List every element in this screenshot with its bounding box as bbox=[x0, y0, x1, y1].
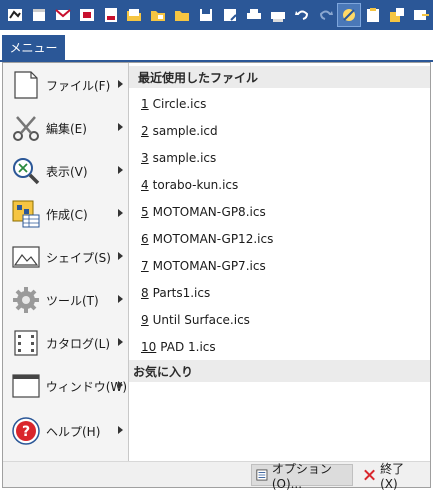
menu-item-label: 編集(E) bbox=[46, 121, 87, 136]
menu-item-tool[interactable]: ツール(T) bbox=[5, 280, 127, 320]
submenu-arrow-icon bbox=[118, 381, 123, 389]
recent-file-number: 6 bbox=[141, 232, 149, 246]
exit-label: 終了(X) bbox=[380, 461, 405, 491]
close-icon bbox=[364, 469, 375, 481]
paste-icon[interactable] bbox=[385, 3, 409, 27]
recent-file-name: sample.icd bbox=[152, 124, 218, 138]
recent-file-item[interactable]: 9 Until Surface.ics bbox=[141, 310, 250, 330]
submenu-arrow-icon bbox=[118, 166, 123, 174]
recent-file-item[interactable]: 8 Parts1.ics bbox=[141, 283, 210, 303]
print-icon[interactable] bbox=[242, 3, 266, 27]
menu-item-view[interactable]: 表示(V) bbox=[5, 151, 127, 191]
recent-file-number: 4 bbox=[141, 178, 149, 192]
recent-file-item[interactable]: 6 MOTOMAN-GP12.ics bbox=[141, 229, 273, 249]
menu-item-create[interactable]: 作成(C) bbox=[5, 194, 127, 234]
menu-item-help[interactable]: ? ヘルプ(H) bbox=[5, 411, 127, 451]
recent-file-name: torabo-kun.ics bbox=[152, 178, 239, 192]
recent-file-number: 5 bbox=[141, 205, 149, 219]
menu-item-label: シェイプ(S) bbox=[46, 250, 111, 265]
menu-item-label: 作成(C) bbox=[46, 207, 88, 222]
recent-file-number: 10 bbox=[141, 340, 157, 354]
recent-file-name: PAD 1.ics bbox=[160, 340, 216, 354]
menu-item-label: カタログ(L) bbox=[46, 336, 111, 351]
menu-item-edit[interactable]: 編集(E) bbox=[5, 108, 127, 148]
menu-item-label: 表示(V) bbox=[46, 164, 88, 179]
left-menu: ファイル(F) 編集(E) 表示(V) 作成(C) シェイプ(S) ツール(T)… bbox=[3, 63, 129, 461]
open-folder-icon[interactable] bbox=[122, 3, 146, 27]
submenu-arrow-icon bbox=[118, 80, 123, 88]
recent-files-header: 最近使用したファイル bbox=[129, 66, 430, 88]
recent-file-item[interactable]: 3 sample.ics bbox=[141, 148, 216, 168]
redo-icon[interactable] bbox=[314, 3, 338, 27]
new-doc-icon[interactable] bbox=[99, 3, 123, 27]
recent-files-panel: 最近使用したファイル 1 Circle.ics 2 sample.icd 3 samp… bbox=[129, 63, 430, 461]
folder-move-icon[interactable] bbox=[146, 3, 170, 27]
new-file-icon[interactable] bbox=[27, 3, 51, 27]
options-label: オプション(O)... bbox=[271, 461, 332, 491]
export-icon[interactable] bbox=[409, 3, 433, 27]
recent-file-number: 3 bbox=[141, 151, 149, 165]
shape-icon bbox=[9, 240, 43, 274]
file-icon bbox=[9, 68, 43, 102]
favorites-header: お気に入り bbox=[129, 360, 430, 382]
submenu-arrow-icon bbox=[118, 123, 123, 131]
recent-file-name: Circle.ics bbox=[152, 97, 207, 111]
submenu-arrow-icon bbox=[118, 426, 123, 434]
save-icon[interactable] bbox=[194, 3, 218, 27]
open-icon[interactable] bbox=[75, 3, 99, 27]
options-icon bbox=[256, 469, 268, 481]
recent-file-name: MOTOMAN-GP7.ics bbox=[152, 259, 266, 273]
recent-file-item[interactable]: 7 MOTOMAN-GP7.ics bbox=[141, 256, 266, 276]
menu-tab[interactable]: メニュー bbox=[2, 35, 65, 60]
recent-file-item[interactable]: 1 Circle.ics bbox=[141, 94, 206, 114]
recent-file-number: 7 bbox=[141, 259, 149, 273]
submenu-arrow-icon bbox=[118, 209, 123, 217]
options-button[interactable]: オプション(O)... bbox=[251, 462, 353, 491]
exit-button[interactable]: 終了(X) bbox=[359, 462, 423, 491]
menu-item-label: ウィンドウ(W) bbox=[45, 379, 127, 394]
zoom-icon bbox=[9, 154, 43, 188]
recent-file-item[interactable]: 10 PAD 1.ics bbox=[141, 337, 216, 357]
recent-file-item[interactable]: 4 torabo-kun.ics bbox=[141, 175, 238, 195]
submenu-arrow-icon bbox=[118, 338, 123, 346]
submenu-arrow-icon bbox=[118, 295, 123, 303]
recent-file-name: Parts1.ics bbox=[152, 286, 211, 300]
toolbar bbox=[0, 0, 433, 30]
scissors-icon bbox=[9, 111, 43, 145]
gear-icon bbox=[9, 283, 43, 317]
recent-file-number: 1 bbox=[141, 97, 149, 111]
recent-file-item[interactable]: 5 MOTOMAN-GP8.ics bbox=[141, 202, 266, 222]
menu-footer: オプション(O)... 終了(X) bbox=[3, 461, 430, 491]
recent-file-number: 8 bbox=[141, 286, 149, 300]
menu-item-catalog[interactable]: カタログ(L) bbox=[5, 323, 127, 363]
menu-item-window[interactable]: ウィンドウ(W) bbox=[5, 366, 127, 406]
print-setup-icon[interactable] bbox=[266, 3, 290, 27]
mail-icon[interactable] bbox=[51, 3, 75, 27]
recent-file-name: MOTOMAN-GP8.ics bbox=[152, 205, 266, 219]
highlight-icon[interactable] bbox=[337, 3, 362, 27]
svg-text:?: ? bbox=[22, 424, 30, 440]
menu-item-file[interactable]: ファイル(F) bbox=[5, 65, 127, 105]
app-icon[interactable] bbox=[3, 3, 27, 27]
recent-file-name: MOTOMAN-GP12.ics bbox=[152, 232, 274, 246]
menu-dropdown: ファイル(F) 編集(E) 表示(V) 作成(C) シェイプ(S) ツール(T)… bbox=[2, 62, 431, 491]
catalog-icon bbox=[9, 326, 43, 360]
undo-icon[interactable] bbox=[290, 3, 314, 27]
submenu-arrow-icon bbox=[118, 252, 123, 260]
folder-open-icon[interactable] bbox=[170, 3, 194, 27]
recent-file-item[interactable]: 2 sample.icd bbox=[141, 121, 218, 141]
window-icon bbox=[9, 369, 43, 403]
create-icon bbox=[9, 197, 43, 231]
menu-item-shape[interactable]: シェイプ(S) bbox=[5, 237, 127, 277]
recent-file-number: 2 bbox=[141, 124, 149, 138]
clipboard-icon[interactable] bbox=[361, 3, 385, 27]
help-icon: ? bbox=[9, 414, 43, 448]
recent-file-name: sample.ics bbox=[152, 151, 217, 165]
recent-file-number: 9 bbox=[141, 313, 149, 327]
recent-file-name: Until Surface.ics bbox=[152, 313, 250, 327]
menu-item-label: ツール(T) bbox=[46, 293, 99, 308]
menu-item-label: ヘルプ(H) bbox=[46, 424, 101, 439]
save-as-icon[interactable] bbox=[218, 3, 242, 27]
menu-item-label: ファイル(F) bbox=[46, 78, 111, 93]
